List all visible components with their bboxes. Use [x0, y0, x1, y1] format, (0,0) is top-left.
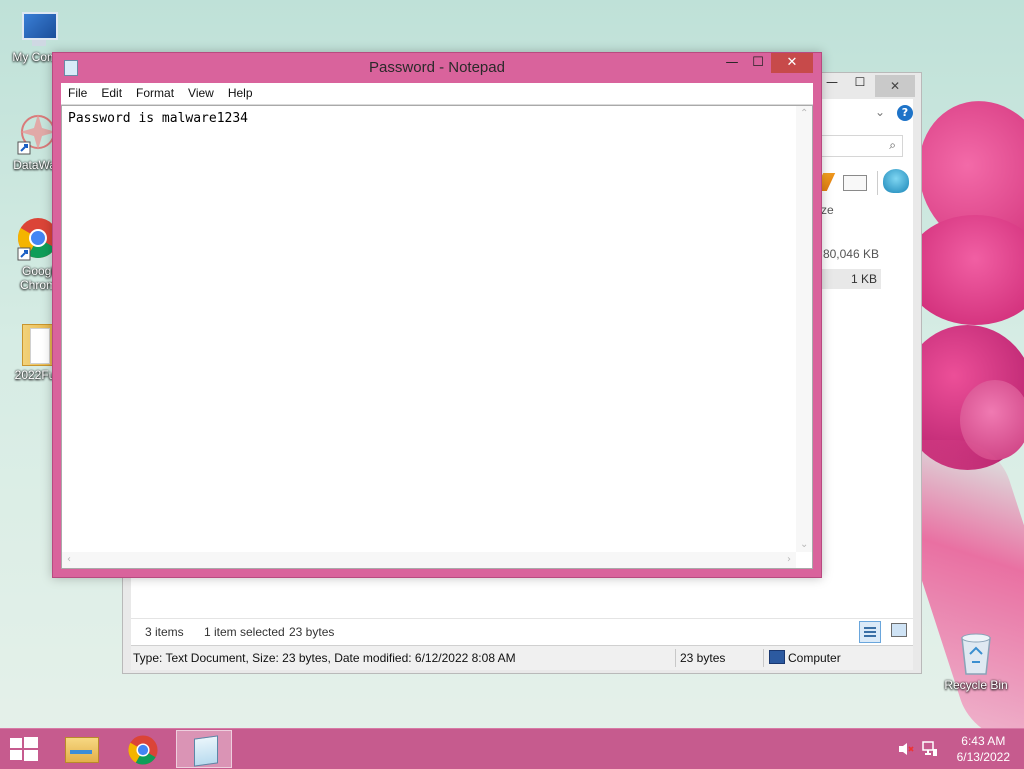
folder-icon: [65, 737, 99, 763]
details-view-button[interactable]: [859, 621, 881, 643]
status-file-size: 23 bytes: [680, 651, 726, 665]
file-size-cell: 1 KB: [850, 272, 877, 286]
desktop-icon-recycle-bin[interactable]: Recycle Bin: [940, 630, 1012, 692]
clock-date: 6/13/2022: [956, 750, 1010, 764]
status-divider: [763, 649, 764, 667]
clock-time: 6:43 AM: [961, 734, 1006, 748]
taskbar: 6:43 AM 6/13/2022: [0, 728, 1024, 769]
close-button[interactable]: ✕: [771, 53, 813, 73]
large-icons-view-button[interactable]: [891, 623, 907, 637]
status-selected: 1 item selected: [204, 625, 285, 639]
scroll-left-icon[interactable]: ‹: [67, 554, 71, 565]
menu-bar: File Edit Format View Help: [61, 83, 813, 105]
menu-view[interactable]: View: [181, 83, 221, 104]
text-editor[interactable]: Password is malware1234 ⌃ ⌄ ‹ ›: [61, 105, 813, 569]
window-title: Password - Notepad: [369, 59, 505, 76]
recycle-bin-icon: [956, 630, 996, 676]
taskbar-file-explorer[interactable]: [53, 730, 109, 768]
desktop-icon-label: Recycle Bin: [944, 678, 1008, 692]
vertical-scrollbar[interactable]: ⌃ ⌄: [796, 106, 812, 552]
status-divider: [675, 649, 676, 667]
status-selected-size: 23 bytes: [289, 625, 335, 639]
properties-icon[interactable]: [843, 175, 867, 191]
explorer-caption-buttons: — ☐ ✕: [819, 75, 915, 97]
status-item-count: 3 items: [145, 625, 184, 639]
explorer-maximize-button[interactable]: ☐: [847, 75, 873, 97]
network-icon[interactable]: [922, 741, 938, 757]
menu-format[interactable]: Format: [129, 83, 181, 104]
explorer-details-bar: Type: Text Document, Size: 23 bytes, Dat…: [131, 645, 913, 670]
column-header-size[interactable]: ze: [821, 203, 834, 217]
chrome-icon: [128, 735, 158, 765]
computer-icon: [18, 10, 58, 48]
volume-muted-icon[interactable]: [898, 742, 914, 756]
help-icon[interactable]: ?: [897, 105, 913, 121]
explorer-close-button[interactable]: ✕: [875, 75, 915, 97]
notepad-window[interactable]: Password - Notepad — ☐ ✕ File Edit Format V…: [52, 52, 822, 578]
document-text[interactable]: Password is malware1234: [68, 111, 248, 126]
notepad-icon: [194, 735, 218, 767]
search-input[interactable]: ⌕: [821, 135, 903, 157]
windows-logo-icon: [10, 737, 38, 761]
search-icon: ⌕: [889, 138, 896, 152]
system-clock[interactable]: 6:43 AM 6/13/2022: [957, 733, 1010, 765]
chevron-down-icon[interactable]: ⌄: [875, 105, 885, 119]
scroll-up-icon[interactable]: ⌃: [800, 108, 808, 119]
status-file-details: Type: Text Document, Size: 23 bytes, Dat…: [133, 651, 516, 665]
taskbar-chrome[interactable]: [115, 730, 171, 768]
status-location: Computer: [788, 651, 841, 665]
shell-icon[interactable]: [883, 169, 909, 193]
toolbar-divider: [877, 171, 878, 195]
maximize-button[interactable]: ☐: [745, 53, 771, 73]
computer-icon: [769, 650, 785, 664]
scroll-down-icon[interactable]: ⌄: [800, 539, 808, 550]
minimize-button[interactable]: —: [719, 53, 745, 73]
explorer-minimize-button[interactable]: —: [819, 75, 845, 97]
menu-edit[interactable]: Edit: [94, 83, 129, 104]
explorer-status-bar: 3 items 1 item selected 23 bytes: [131, 618, 913, 645]
menu-help[interactable]: Help: [221, 83, 260, 104]
menu-file[interactable]: File: [61, 83, 94, 104]
horizontal-scrollbar[interactable]: ‹ ›: [62, 552, 796, 568]
scroll-right-icon[interactable]: ›: [787, 554, 791, 565]
taskbar-notepad[interactable]: [176, 730, 232, 768]
start-button[interactable]: [10, 737, 38, 761]
